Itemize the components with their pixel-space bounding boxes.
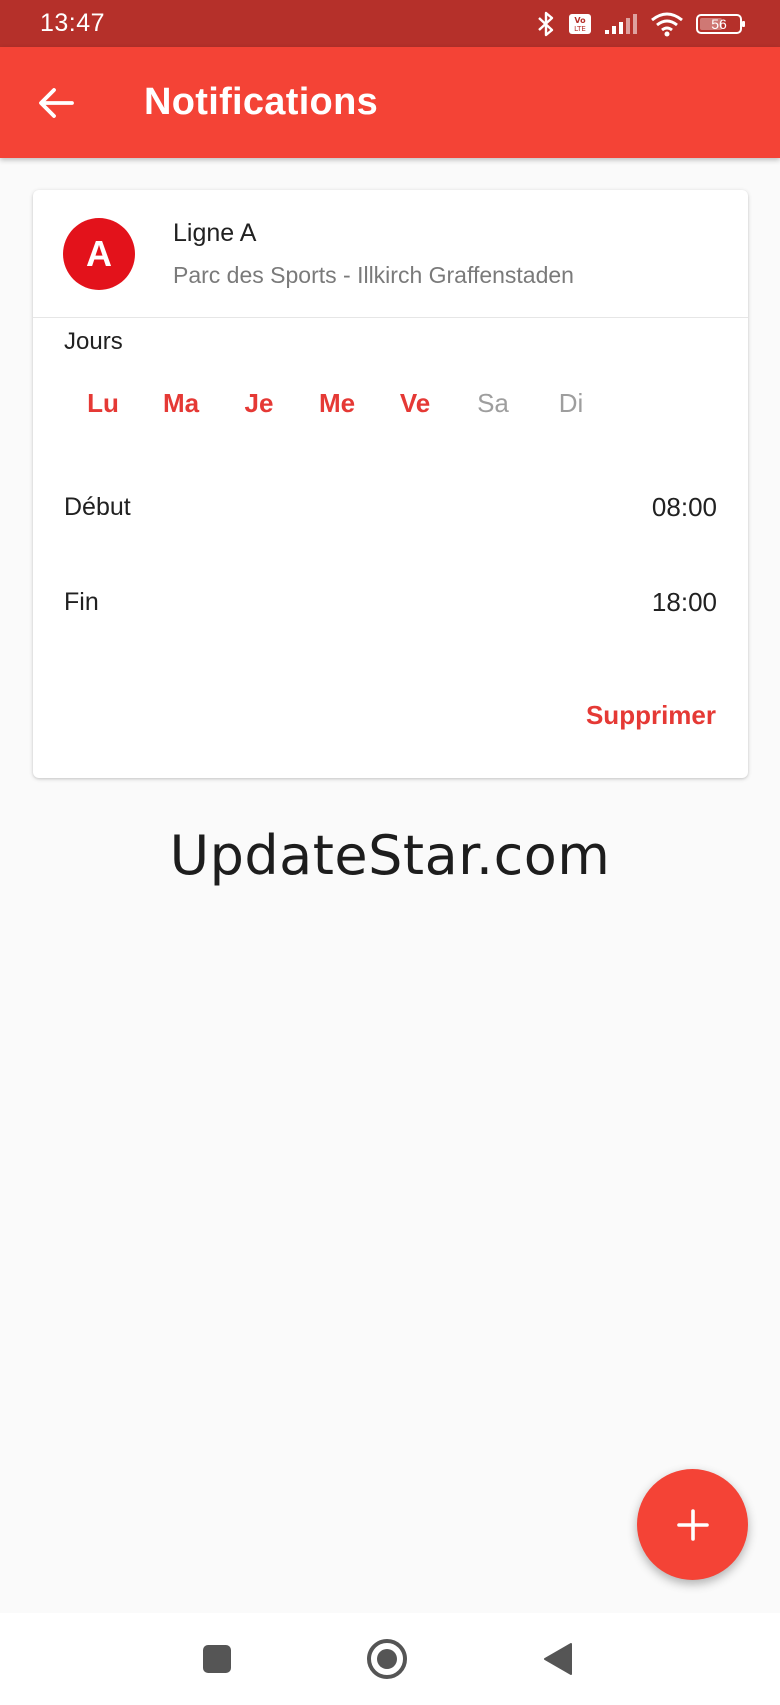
system-nav-bar bbox=[0, 1613, 780, 1705]
delete-button[interactable]: Supprimer bbox=[586, 700, 716, 731]
card-header: A Ligne A Parc des Sports - Illkirch Gra… bbox=[33, 190, 748, 318]
battery-level: 56 bbox=[711, 15, 727, 32]
day-toggle-sa[interactable]: Sa bbox=[454, 388, 532, 419]
watermark-text: UpdateStar.com bbox=[169, 824, 611, 887]
stop-name: Parc des Sports - Illkirch Graffenstaden bbox=[173, 261, 574, 288]
day-toggle-me[interactable]: Me bbox=[298, 388, 376, 419]
start-time-row[interactable]: Début 08:00 bbox=[64, 492, 717, 523]
status-bar: 13:47 Vo LTE 56 bbox=[0, 0, 780, 47]
recents-square-icon bbox=[203, 1645, 231, 1673]
days-selector: Lu Ma Je Me Ve Sa Di bbox=[64, 388, 610, 419]
end-label: Fin bbox=[64, 588, 99, 616]
add-notification-button[interactable] bbox=[637, 1469, 748, 1580]
system-back-button[interactable] bbox=[543, 1642, 573, 1676]
back-button[interactable] bbox=[24, 71, 88, 135]
line-name: Ligne A bbox=[173, 218, 257, 247]
start-label: Début bbox=[64, 493, 131, 521]
home-circle-icon bbox=[367, 1639, 407, 1679]
bluetooth-icon bbox=[536, 11, 556, 37]
plus-icon bbox=[676, 1508, 709, 1541]
app-bar: Notifications bbox=[0, 47, 780, 158]
end-time-value: 18:00 bbox=[651, 587, 717, 617]
svg-text:LTE: LTE bbox=[574, 25, 586, 33]
arrow-left-icon bbox=[39, 87, 74, 118]
line-badge: A bbox=[63, 217, 135, 290]
recents-button[interactable] bbox=[202, 1644, 232, 1674]
svg-text:Vo: Vo bbox=[574, 16, 586, 25]
start-time-value: 08:00 bbox=[651, 492, 717, 522]
volte-icon: Vo LTE bbox=[568, 13, 592, 35]
wifi-icon bbox=[650, 11, 684, 37]
day-toggle-je[interactable]: Je bbox=[220, 388, 298, 419]
signal-icon bbox=[604, 13, 638, 35]
day-toggle-ve[interactable]: Ve bbox=[376, 388, 454, 419]
day-toggle-di[interactable]: Di bbox=[532, 388, 610, 419]
day-toggle-ma[interactable]: Ma bbox=[142, 388, 220, 419]
status-icons: Vo LTE 56 bbox=[536, 11, 746, 37]
battery-icon: 56 bbox=[696, 13, 746, 35]
notification-card: A Ligne A Parc des Sports - Illkirch Gra… bbox=[33, 190, 748, 778]
back-triangle-icon bbox=[544, 1643, 572, 1675]
days-label: Jours bbox=[64, 328, 123, 355]
page-title: Notifications bbox=[144, 81, 379, 123]
home-button[interactable] bbox=[366, 1638, 408, 1680]
end-time-row[interactable]: Fin 18:00 bbox=[64, 587, 717, 618]
day-toggle-lu[interactable]: Lu bbox=[64, 388, 142, 419]
line-info: Ligne A Parc des Sports - Illkirch Graff… bbox=[173, 219, 574, 289]
screen: 13:47 Vo LTE 56 Notifications A Ligne A … bbox=[0, 0, 780, 1705]
status-time: 13:47 bbox=[40, 9, 106, 37]
